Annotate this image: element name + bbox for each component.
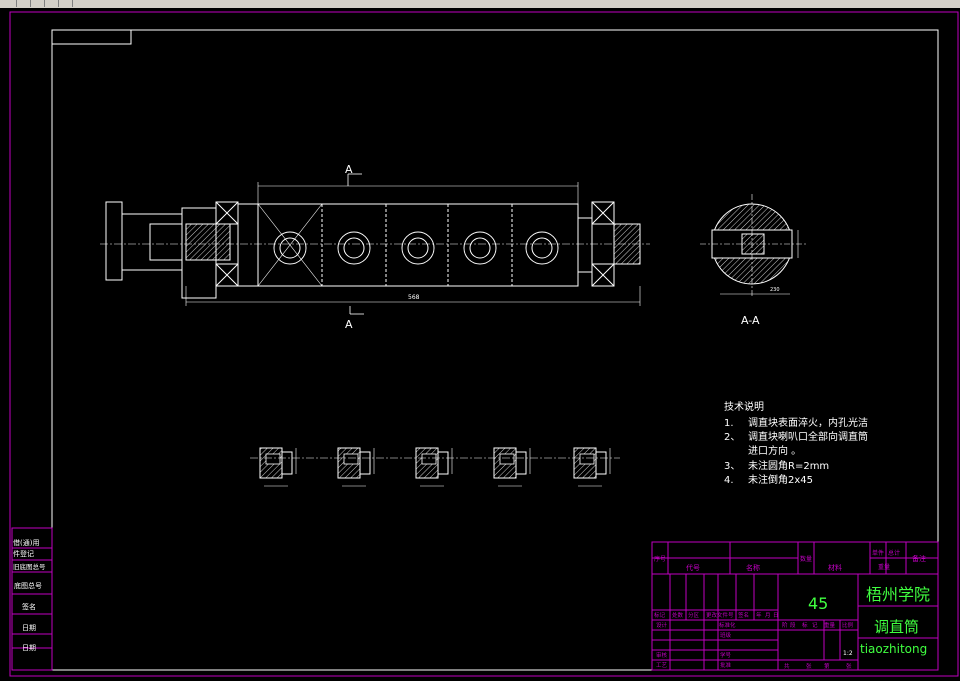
- hdr-qty: 数量: [800, 555, 812, 563]
- tech-note-num: 4.: [724, 475, 734, 486]
- detail-part: [415, 447, 453, 487]
- print-icon[interactable]: [46, 0, 59, 7]
- row-label: 标记: [654, 611, 666, 619]
- stage-label: 段: [790, 621, 796, 629]
- sign-check: 班级: [720, 631, 732, 639]
- hdr-material: 材料: [828, 563, 842, 572]
- sheet-label: 共: [784, 662, 790, 670]
- sign-approve: 批准: [720, 661, 732, 669]
- row-label: 年: [756, 611, 762, 619]
- detail-part: [259, 447, 297, 487]
- sheet-label: 张: [846, 662, 852, 670]
- row-label: 处数: [672, 611, 684, 619]
- sheet-border: [9, 11, 959, 677]
- sign-review: 审核: [656, 651, 668, 659]
- sheet-label: 第: [824, 662, 830, 670]
- hdr-remarks: 备注: [912, 554, 926, 563]
- material-value: 45: [808, 594, 828, 613]
- sign-student-id: 学号: [720, 651, 732, 659]
- stage-label: 标: [802, 621, 808, 629]
- section-view: [700, 194, 806, 298]
- drawing-title: 调直筒: [874, 618, 919, 636]
- bore-hole: [463, 231, 497, 265]
- bore-hole: [273, 231, 307, 265]
- tech-notes-heading: 技术说明: [724, 400, 764, 413]
- drawing-code: tiaozhitong: [860, 642, 927, 656]
- strip-label: 借(通)用: [13, 538, 39, 547]
- drawing-canvas[interactable]: A A 568 230 A-A 技术说明 1. 调直块表面淬火，内孔光洁 2、 …: [0, 8, 960, 677]
- stage-label: 阶: [782, 621, 788, 629]
- detail-parts: [259, 447, 611, 487]
- preview-icon[interactable]: [60, 0, 73, 7]
- strip-label: 签名: [22, 602, 36, 611]
- detail-part: [573, 447, 611, 487]
- detail-part: [493, 447, 531, 487]
- tech-note-num: 1.: [724, 418, 734, 429]
- section-view-label: A-A: [741, 314, 760, 327]
- strip-label: 日期: [22, 624, 36, 632]
- tech-note-num: 3、: [724, 461, 740, 472]
- save-icon[interactable]: [32, 0, 45, 7]
- bore-holes: [273, 231, 559, 265]
- row-label: 日: [773, 612, 779, 619]
- row-label: 更改文件号: [706, 611, 734, 619]
- toolbar: [0, 0, 960, 8]
- scale-value: 1:2: [843, 650, 853, 657]
- hdr-total-weight: 总计: [888, 549, 900, 557]
- title-block-header: 序号 代号 名称 数量 材料 单件 总计 重量 备注: [654, 549, 926, 572]
- sign-process: 工艺: [656, 662, 668, 669]
- bore-hole: [337, 231, 371, 265]
- strip-label: 日期: [22, 644, 36, 652]
- detail-part: [337, 447, 375, 487]
- stage-label: 重量: [824, 621, 836, 629]
- row-label: 签名: [738, 611, 749, 619]
- tech-notes: 1. 调直块表面淬火，内孔光洁 2、 调直块喇叭口全部向调直筒 进口方向 。 3…: [724, 416, 868, 486]
- bore-hole: [407, 237, 429, 259]
- sign-std: 标准化: [719, 621, 736, 629]
- tech-note-text: 调直块表面淬火，内孔光洁: [748, 416, 868, 429]
- bore-hole: [401, 231, 435, 265]
- strip-label: 件登记: [13, 549, 34, 558]
- overall-dimension: 568: [408, 294, 420, 301]
- left-strip: 借(通)用 件登记 旧底图总号 底图总号 签名 日期 日期: [11, 527, 53, 671]
- bore-hole: [279, 237, 301, 259]
- bore-hole: [343, 237, 365, 259]
- strip-label: 旧底图总号: [13, 562, 46, 571]
- hdr-weight: 重量: [878, 563, 890, 571]
- tech-note-text: 未注圆角R=2mm: [748, 459, 829, 472]
- hdr-code: 代号: [686, 563, 700, 572]
- bore-hole: [531, 237, 553, 259]
- open-icon[interactable]: [18, 0, 31, 7]
- tech-note-text: 进口方向 。: [748, 444, 801, 457]
- tech-note-text: 未注倒角2x45: [748, 473, 813, 486]
- row-label: 月: [765, 612, 771, 619]
- strip-label: 底图总号: [14, 581, 42, 590]
- row-label: 分区: [688, 611, 700, 619]
- hdr-name: 名称: [746, 563, 760, 572]
- hdr-unit-weight: 单件: [872, 549, 884, 557]
- section-label-top: A: [345, 163, 353, 176]
- school-name: 梧州学院: [866, 585, 930, 604]
- corner-box: [51, 29, 132, 45]
- stage-label: 比例: [842, 621, 854, 629]
- side-dimension: 230: [770, 287, 780, 293]
- section-label-bottom: A: [345, 318, 353, 331]
- tech-note-num: 2、: [724, 432, 740, 443]
- bore-hole: [525, 231, 559, 265]
- main-view: [100, 173, 650, 315]
- stage-label: 记: [812, 622, 818, 629]
- sign-design: 设计: [656, 621, 668, 629]
- hdr-seq: 序号: [654, 555, 666, 563]
- tech-note-text: 调直块喇叭口全部向调直筒: [748, 430, 868, 443]
- bore-hole: [469, 237, 491, 259]
- sheet-label: 张: [806, 662, 812, 670]
- new-icon[interactable]: [4, 0, 17, 7]
